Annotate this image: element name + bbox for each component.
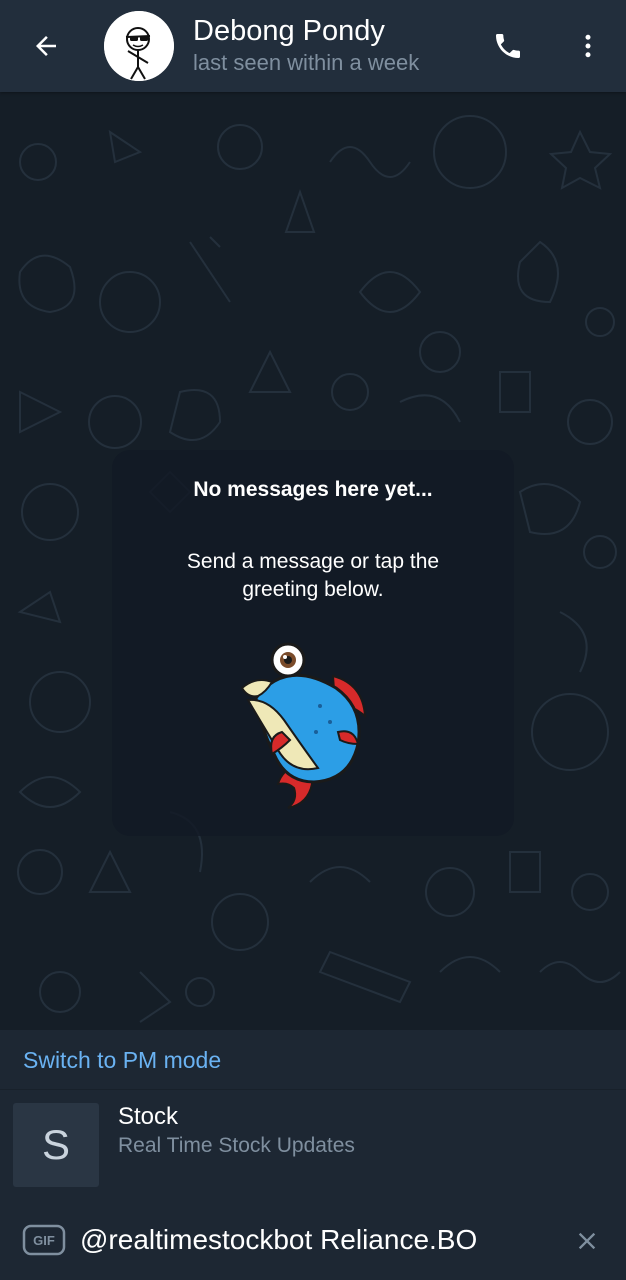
chat-messages-area[interactable]: No messages here yet... Send a message o… xyxy=(0,92,626,1030)
result-description: Real Time Stock Updates xyxy=(118,1134,355,1157)
svg-text:GIF: GIF xyxy=(33,1233,55,1248)
empty-chat-text: Send a message or tap the greeting below… xyxy=(186,550,440,601)
gif-icon[interactable]: GIF xyxy=(22,1224,66,1256)
message-input[interactable]: @realtimestockbot Reliance.BO xyxy=(80,1220,550,1260)
chat-screen: Debong Pondy last seen within a week No … xyxy=(0,0,626,1280)
phone-icon xyxy=(496,34,520,58)
more-options-button[interactable] xyxy=(564,22,612,70)
stick-figure-avatar-image xyxy=(104,11,174,81)
result-title: Stock xyxy=(118,1103,179,1130)
clear-input-button[interactable] xyxy=(566,1220,608,1262)
empty-chat-title: No messages here yet... xyxy=(193,478,433,501)
switch-pm-bar[interactable]: Switch to PM mode xyxy=(0,1030,626,1090)
avatar[interactable] xyxy=(104,11,174,81)
back-button[interactable] xyxy=(22,22,70,70)
message-input-bar: GIF @realtimestockbot Reliance.BO xyxy=(0,1198,626,1280)
arrow-left-icon xyxy=(36,36,56,56)
call-button[interactable] xyxy=(484,22,532,70)
chat-title-area[interactable]: Debong Pondy last seen within a week xyxy=(193,14,419,78)
switch-pm-link[interactable]: Switch to PM mode xyxy=(23,1045,221,1075)
chat-title: Debong Pondy xyxy=(193,15,385,47)
more-vertical-icon xyxy=(585,34,591,58)
empty-chat-card: No messages here yet... Send a message o… xyxy=(112,450,514,836)
inline-result-item[interactable]: S Stock Real Time Stock Updates xyxy=(0,1090,626,1198)
close-icon xyxy=(578,1232,596,1250)
result-thumbnail: S xyxy=(13,1103,99,1187)
chat-header: Debong Pondy last seen within a week xyxy=(0,0,626,92)
last-seen-status: last seen within a week xyxy=(193,50,420,75)
fish-sticker[interactable] xyxy=(238,636,388,812)
